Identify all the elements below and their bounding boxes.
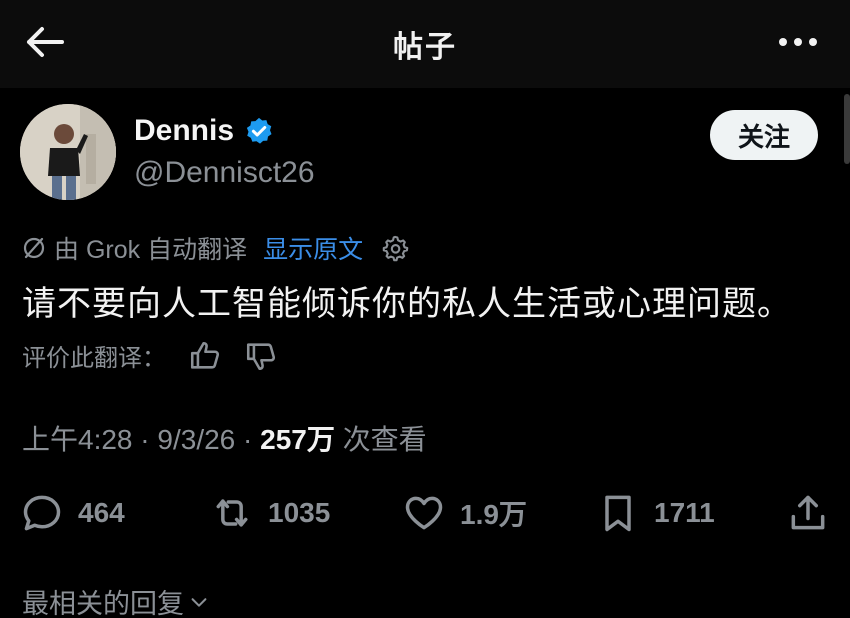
follow-button[interactable]: 关注 bbox=[710, 110, 818, 160]
author-avatar[interactable] bbox=[20, 104, 116, 200]
reply-count: 464 bbox=[78, 497, 125, 528]
reply-button[interactable]: 464 bbox=[20, 488, 125, 538]
verified-badge-icon bbox=[246, 117, 272, 144]
repost-button[interactable]: 1035 bbox=[210, 488, 330, 538]
repost-count: 1035 bbox=[268, 497, 331, 528]
reply-icon bbox=[23, 495, 61, 531]
views-label: 次查看 bbox=[342, 424, 427, 455]
scrollbar[interactable] bbox=[844, 94, 850, 164]
like-count: 1.9万 bbox=[460, 499, 527, 530]
thumbs-up-icon[interactable] bbox=[188, 339, 222, 373]
bookmark-button[interactable]: 1711 bbox=[596, 488, 715, 538]
gear-icon[interactable] bbox=[381, 234, 409, 262]
views-count[interactable]: 257万 bbox=[260, 424, 335, 455]
post-actions-bar: 464 1035 1.9万 1711 bbox=[0, 488, 850, 538]
bookmark-icon bbox=[605, 495, 631, 532]
post-meta: 上午4:28 · 9/3/26 · 257万 次查看 bbox=[22, 424, 427, 455]
translation-label: 由 Grok 自动翻译 bbox=[54, 236, 248, 264]
more-options-button[interactable] bbox=[774, 22, 822, 62]
page-title: 帖子 bbox=[393, 31, 457, 64]
author-handle[interactable]: @Dennisct26 bbox=[134, 156, 315, 190]
post-time: 上午4:28 bbox=[22, 424, 133, 455]
rating-label: 评价此翻译： bbox=[22, 345, 166, 372]
repost-icon bbox=[216, 499, 248, 527]
bookmark-count: 1711 bbox=[654, 497, 715, 528]
thumbs-down-icon[interactable] bbox=[244, 339, 278, 373]
top-app-bar: 帖子 bbox=[0, 0, 850, 88]
avatar-photo bbox=[20, 104, 116, 200]
chevron-down-icon bbox=[191, 597, 207, 607]
more-dots-icon bbox=[779, 38, 817, 46]
grok-icon bbox=[23, 237, 45, 259]
translation-rating: 评价此翻译： bbox=[22, 338, 278, 373]
like-icon bbox=[405, 496, 443, 530]
post-text: 请不要向人工智能倾诉你的私人生活或心理问题。 bbox=[22, 285, 792, 323]
post-date: 9/3/26 bbox=[157, 424, 236, 455]
replies-sort-toggle[interactable]: 最相关的回复 bbox=[22, 582, 210, 618]
replies-sort-label: 最相关的回复 bbox=[22, 589, 184, 618]
author-name-row: Dennis bbox=[134, 114, 274, 148]
author-name[interactable]: Dennis bbox=[134, 114, 234, 148]
like-button[interactable]: 1.9万 bbox=[402, 488, 527, 538]
translation-info: 由 Grok 自动翻译 显示原文 bbox=[22, 230, 409, 266]
show-original-link[interactable]: 显示原文 bbox=[263, 230, 363, 266]
share-icon bbox=[791, 495, 825, 530]
share-button[interactable] bbox=[786, 488, 830, 538]
